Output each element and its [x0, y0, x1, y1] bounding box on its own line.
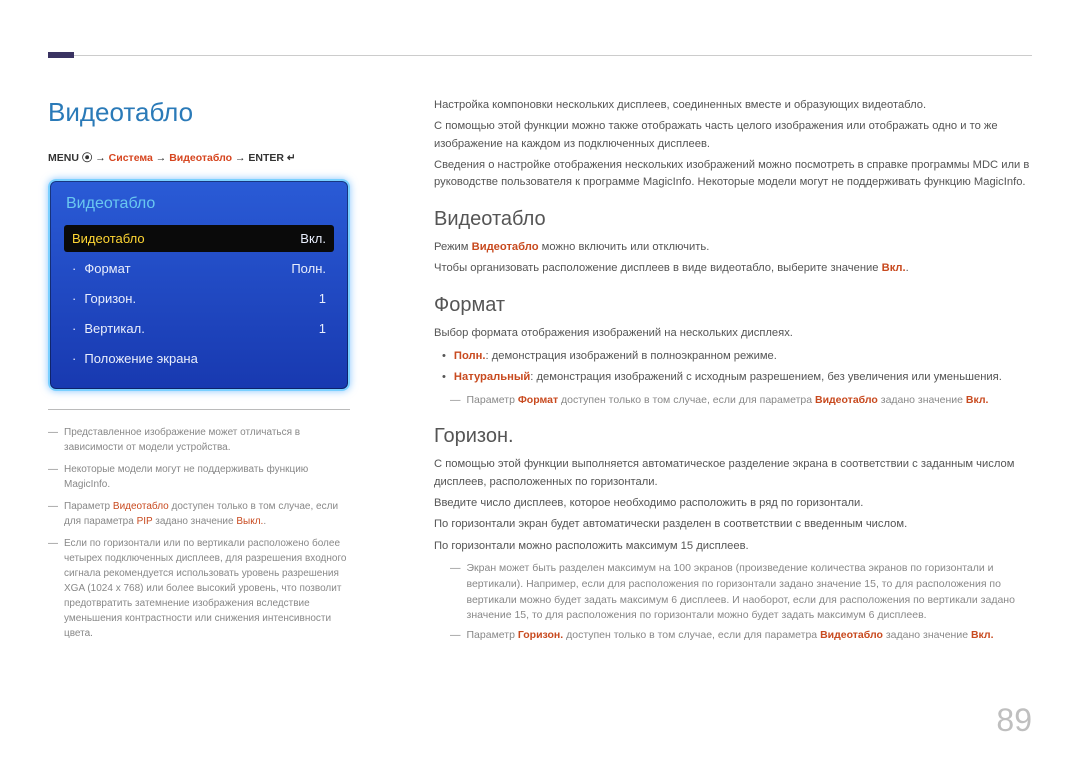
note-text: Если по горизонтали или по вертикали рас…: [64, 536, 350, 641]
dash-icon: ―: [48, 425, 58, 455]
note-item: ― Параметр Формат доступен только в том …: [450, 393, 1032, 409]
note-span: Параметр: [64, 501, 113, 512]
osd-row-value: Полн.: [291, 261, 326, 276]
page-title: Видеотабло: [48, 97, 400, 128]
text-span: можно включить или отключить.: [539, 241, 710, 253]
note-span: задано значение: [883, 629, 971, 641]
left-notes: ― Представленное изображение может отлич…: [48, 409, 350, 641]
bullet-list: Полн.: демонстрация изображений в полноэ…: [456, 346, 1032, 388]
osd-row-label: Формат: [72, 261, 131, 276]
bullet-text: : демонстрация изображений с исходным ра…: [530, 371, 1002, 383]
page-content: Видеотабло MENU ⦿ → Система → Видеотабло…: [48, 55, 1032, 648]
breadcrumb-accent-1: Система: [109, 152, 153, 164]
osd-row-label: Положение экрана: [72, 351, 198, 366]
note-text: Параметр Формат доступен только в том сл…: [467, 393, 989, 409]
note-item: ― Параметр Видеотабло доступен только в …: [48, 499, 350, 529]
note-key: Видеотабло: [113, 501, 169, 512]
breadcrumb-mid-1: →: [153, 152, 169, 164]
note-span: доступен только в том случае, если для п…: [563, 629, 820, 641]
note-text: Параметр Видеотабло доступен только в то…: [64, 499, 350, 529]
section-title-horizon: Горизон.: [434, 425, 1032, 448]
osd-row-label: Горизон.: [72, 291, 136, 306]
page-number: 89: [996, 702, 1032, 739]
section-title-videotablo: Видеотабло: [434, 208, 1032, 231]
left-column: Видеотабло MENU ⦿ → Система → Видеотабло…: [48, 97, 400, 648]
note-key: Горизон.: [518, 629, 563, 641]
intro-paragraph: Настройка компоновки нескольких дисплеев…: [434, 97, 1032, 114]
note-span: задано значение: [153, 516, 237, 527]
note-key: Формат: [518, 394, 558, 406]
right-notes: ― Экран может быть разделен максимум на …: [450, 561, 1032, 644]
osd-title: Видеотабло: [64, 193, 334, 225]
note-item: ― Некоторые модели могут не поддерживать…: [48, 462, 350, 492]
text-span: Чтобы организовать расположение дисплеев…: [434, 262, 882, 274]
breadcrumb-pre: MENU ⦿ →: [48, 152, 109, 164]
note-item: ― Представленное изображение может отлич…: [48, 425, 350, 455]
osd-row-vertical[interactable]: Вертикал. 1: [64, 315, 334, 342]
breadcrumb: MENU ⦿ → Система → Видеотабло → ENTER ↵: [48, 150, 400, 165]
note-key: Вкл.: [966, 394, 989, 406]
note-key: Видеотабло: [820, 629, 883, 641]
note-span: доступен только в том случае, если для п…: [558, 394, 815, 406]
right-column: Настройка компоновки нескольких дисплеев…: [434, 97, 1032, 648]
note-span: Параметр: [467, 629, 518, 641]
note-text: Экран может быть разделен максимум на 10…: [467, 561, 1033, 624]
intro-paragraph: Сведения о настройке отображения несколь…: [434, 157, 1032, 192]
note-item: ― Если по горизонтали или по вертикали р…: [48, 536, 350, 641]
osd-row-horizon[interactable]: Горизон. 1: [64, 285, 334, 312]
bullet-key: Натуральный: [454, 371, 530, 383]
text-key: Видеотабло: [472, 241, 539, 253]
top-accent: [48, 52, 74, 58]
intro-paragraph: С помощью этой функции можно также отобр…: [434, 118, 1032, 153]
text-key: Вкл.: [882, 262, 906, 274]
dash-icon: ―: [450, 561, 461, 624]
text-span: .: [906, 262, 909, 274]
section-paragraph: По горизонтали экран будет автоматически…: [434, 516, 1032, 533]
dash-icon: ―: [48, 536, 58, 641]
list-item: Полн.: демонстрация изображений в полноэ…: [456, 346, 1032, 367]
note-key: Вкл.: [971, 629, 994, 641]
note-span: Параметр: [467, 394, 518, 406]
note-text: Представленное изображение может отличат…: [64, 425, 350, 455]
dash-icon: ―: [48, 462, 58, 492]
bullet-key: Полн.: [454, 350, 486, 362]
section-paragraph: Выбор формата отображения изображений на…: [434, 325, 1032, 342]
note-span: .: [263, 516, 266, 527]
section-paragraph: Режим Видеотабло можно включить или откл…: [434, 239, 1032, 256]
note-item: ― Экран может быть разделен максимум на …: [450, 561, 1032, 624]
section-paragraph: По горизонтали можно расположить максиму…: [434, 538, 1032, 555]
note-key: Видеотабло: [815, 394, 878, 406]
top-rule: [48, 55, 1032, 56]
breadcrumb-mid-2: → ENTER ↵: [232, 152, 296, 164]
note-key: PIP: [137, 516, 153, 527]
note-key: Выкл.: [236, 516, 263, 527]
osd-row-videotablo[interactable]: Видеотабло Вкл.: [64, 225, 334, 252]
dash-icon: ―: [48, 499, 58, 529]
right-notes: ― Параметр Формат доступен только в том …: [450, 393, 1032, 409]
list-item: Натуральный: демонстрация изображений с …: [456, 367, 1032, 388]
osd-row-label: Видеотабло: [72, 231, 145, 246]
note-text: Параметр Горизон. доступен только в том …: [467, 628, 994, 644]
bullet-text: : демонстрация изображений в полноэкранн…: [486, 350, 777, 362]
osd-row-value: 1: [319, 321, 326, 336]
section-paragraph: Введите число дисплеев, которое необходи…: [434, 495, 1032, 512]
note-text: Некоторые модели могут не поддерживать ф…: [64, 462, 350, 492]
osd-panel: Видеотабло Видеотабло Вкл. Формат Полн. …: [48, 179, 350, 391]
osd-row-value: 1: [319, 291, 326, 306]
osd-row-value: Вкл.: [300, 231, 326, 246]
note-item: ― Параметр Горизон. доступен только в то…: [450, 628, 1032, 644]
osd-row-label: Вертикал.: [72, 321, 145, 336]
dash-icon: ―: [450, 628, 461, 644]
dash-icon: ―: [450, 393, 461, 409]
section-paragraph: Чтобы организовать расположение дисплеев…: [434, 260, 1032, 277]
section-title-format: Формат: [434, 294, 1032, 317]
osd-row-position[interactable]: Положение экрана: [64, 345, 334, 372]
section-paragraph: С помощью этой функции выполняется автом…: [434, 456, 1032, 491]
text-span: Режим: [434, 241, 472, 253]
osd-row-format[interactable]: Формат Полн.: [64, 255, 334, 282]
note-span: задано значение: [878, 394, 966, 406]
breadcrumb-accent-2: Видеотабло: [169, 152, 232, 164]
